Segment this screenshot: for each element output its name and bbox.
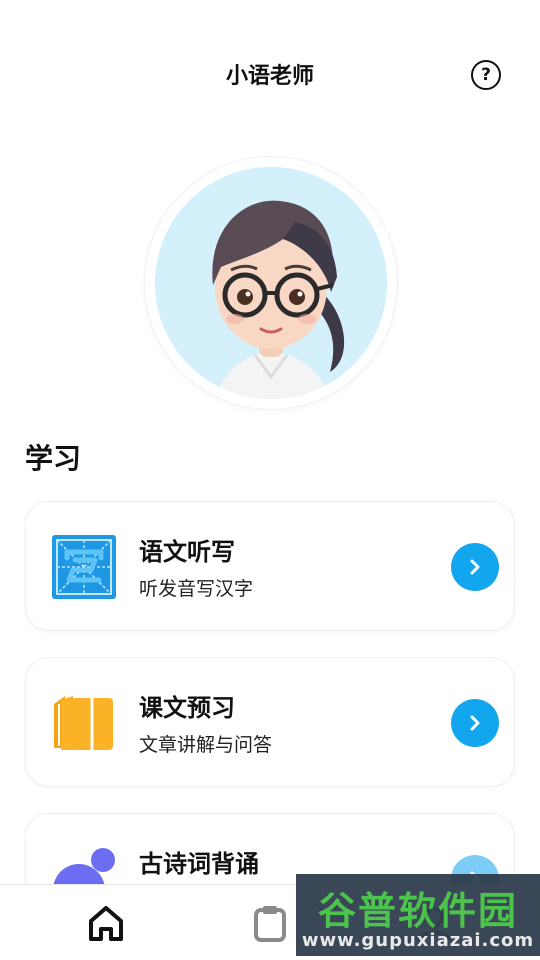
chevron-right-icon[interactable] xyxy=(451,699,499,747)
chevron-right-icon[interactable] xyxy=(451,543,499,591)
watermark: 谷普软件园 www.gupuxiazai.com xyxy=(296,874,540,956)
card-title: 古诗词背诵 xyxy=(139,850,259,878)
teacher-avatar-image xyxy=(155,167,387,399)
dictation-icon xyxy=(51,534,117,600)
help-icon: ? xyxy=(481,65,491,85)
home-icon[interactable] xyxy=(86,903,126,943)
card-title: 语文听写 xyxy=(139,538,235,566)
card-dictation[interactable]: 语文听写 听发音写汉字 xyxy=(25,501,515,631)
book-icon xyxy=(51,690,117,756)
page-title: 小语老师 xyxy=(225,64,314,89)
header: 小语老师 ? xyxy=(0,0,540,150)
watermark-title: 谷普软件园 xyxy=(317,889,518,933)
card-preview[interactable]: 课文预习 文章讲解与问答 xyxy=(25,657,515,787)
card-title: 课文预习 xyxy=(139,694,235,722)
avatar xyxy=(145,157,397,409)
section-title: 学习 xyxy=(25,442,82,475)
watermark-url: www.gupuxiazai.com xyxy=(301,930,535,951)
card-subtitle: 文章讲解与问答 xyxy=(139,734,273,756)
help-button[interactable]: ? xyxy=(471,60,501,90)
clipboard-icon[interactable] xyxy=(250,903,290,943)
card-subtitle: 听发音写汉字 xyxy=(139,578,254,600)
